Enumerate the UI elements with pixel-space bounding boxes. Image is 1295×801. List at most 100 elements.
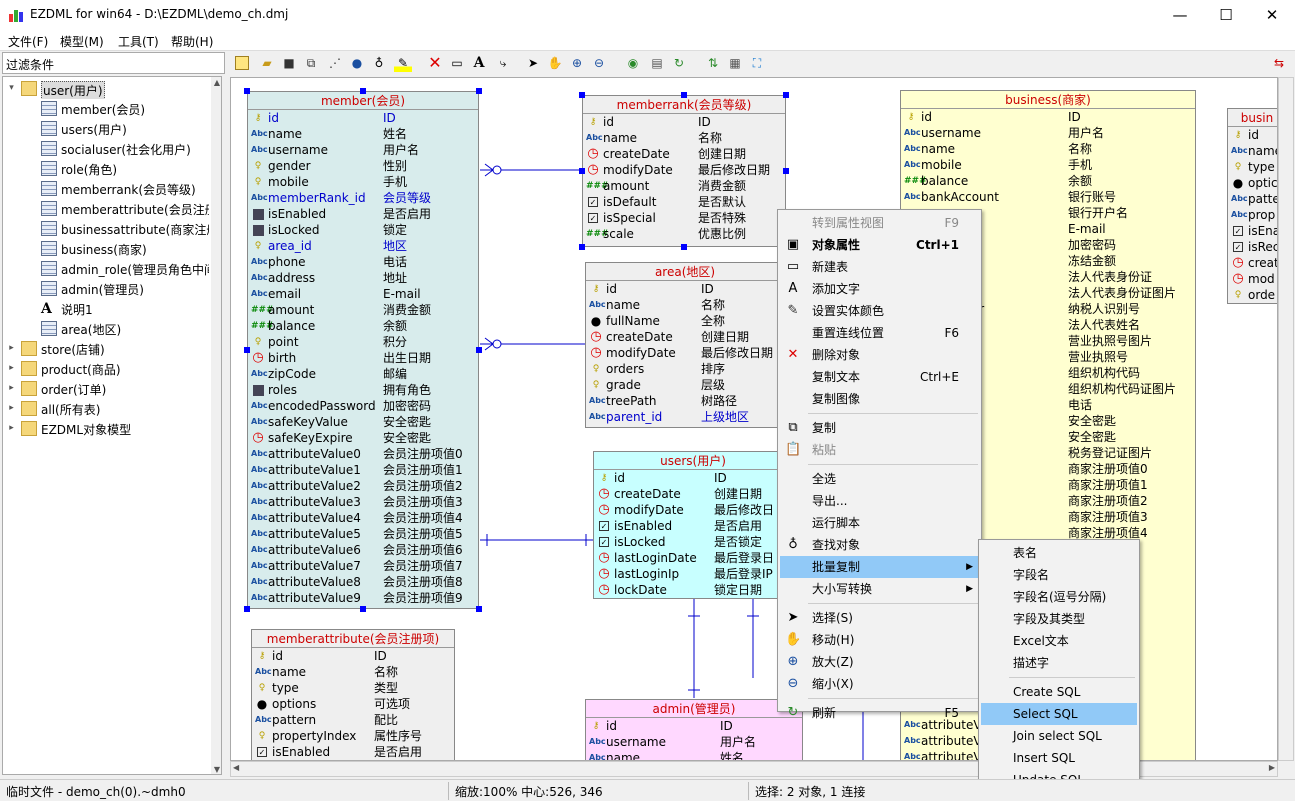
link-icon[interactable]: ⤷ (494, 54, 512, 72)
field-row[interactable]: ✓ isSpecial 是否特殊 (583, 210, 785, 226)
entity-memberattribute[interactable]: memberattribute(会员注册项) ⚷ id ID Abc name 名称 ♀ typ… (251, 629, 455, 760)
menu-item-14[interactable]: 导出... (780, 490, 979, 512)
minimize-button[interactable]: — (1157, 0, 1203, 30)
field-row[interactable]: Abc mobile 手机 (901, 157, 1195, 173)
menu-item-15[interactable]: 运行脚本 (780, 512, 979, 534)
field-row[interactable]: Abc patte (1228, 191, 1277, 207)
menu-item-8[interactable]: 复制图像 (780, 388, 979, 410)
scroll-down-icon[interactable]: ▼ (211, 764, 221, 774)
tree-item-7[interactable]: businessattribute(商家注册 (3, 219, 209, 239)
switch-icon[interactable]: ⇆ (1270, 54, 1288, 72)
field-row[interactable]: ♀ type 类型 (252, 680, 454, 696)
refresh-icon[interactable]: ↻ (670, 54, 688, 72)
tree-item-5[interactable]: memberrank(会员等级) (3, 179, 209, 199)
field-row[interactable]: Abc treePath 树路径 (586, 393, 784, 409)
tree-item-12[interactable]: area(地区) (3, 319, 209, 339)
entity-memberrank[interactable]: memberrank(会员等级) ⚷ id ID Abc name 名称 ◷ createDat… (582, 95, 786, 247)
field-row[interactable]: ● fullName 全称 (586, 313, 784, 329)
canvas-vscrollbar[interactable] (1278, 77, 1294, 761)
field-row[interactable]: Abc username 用户名 (901, 125, 1195, 141)
field-row[interactable]: ♀ gender 性别 (248, 158, 478, 174)
field-row[interactable]: ◷ lastLoginDate 最后登录日 (594, 550, 792, 566)
layout-icon[interactable]: ⋰ (326, 54, 344, 72)
field-row[interactable]: ✓ isDefault 是否默认 (583, 194, 785, 210)
fullscreen-icon[interactable]: ⛶ (748, 54, 766, 72)
field-row[interactable]: ✓ isEnabled 是否启用 (252, 744, 454, 760)
expand-icon[interactable]: ▸ (7, 404, 16, 413)
menu-item-0[interactable]: 转到属性视图 F9 (780, 212, 979, 234)
field-row[interactable]: Abc attributeValue0 会员注册项值0 (248, 446, 478, 462)
menu-item-13[interactable]: 全选 (780, 468, 979, 490)
zoom-out-icon[interactable]: ⊖ (590, 54, 608, 72)
field-row[interactable]: ♀ area_id 地区 (248, 238, 478, 254)
menu-model[interactable]: 模型(M) (60, 33, 104, 50)
field-row[interactable]: roles 拥有角色 (248, 382, 478, 398)
delete-icon[interactable]: ✕ (426, 54, 444, 72)
tree-item-6[interactable]: memberattribute(会员注册 (3, 199, 209, 219)
field-row[interactable]: Abc attributeValue6 会员注册项值6 (248, 542, 478, 558)
field-row[interactable]: ✓ isLocked 是否锁定 (594, 534, 792, 550)
field-row[interactable]: isLocked 锁定 (248, 222, 478, 238)
field-row[interactable]: Abc attributeValue4 会员注册项值4 (248, 510, 478, 526)
pointer-icon[interactable]: ➤ (524, 54, 542, 72)
scroll-left-icon[interactable]: ◀ (233, 763, 239, 772)
field-row[interactable]: Abc address 地址 (248, 270, 478, 286)
field-row[interactable]: Abc name 名称 (252, 664, 454, 680)
submenu-item-10[interactable]: Insert SQL (981, 747, 1137, 769)
selection-handle[interactable] (476, 88, 482, 94)
selection-handle[interactable] (783, 168, 789, 174)
field-row[interactable]: Abc attributeValue3 会员注册项值3 (248, 494, 478, 510)
import-icon[interactable]: ⇅ (704, 54, 722, 72)
menu-tools[interactable]: 工具(T) (118, 33, 159, 50)
menu-item-10[interactable]: ⧉ 复制 (780, 417, 979, 439)
entity-member[interactable]: member(会员) ⚷ id ID Abc name 姓名 Abc username 用户名 ♀ g… (247, 91, 479, 609)
menu-item-11[interactable]: 📋 粘贴 (780, 439, 979, 461)
field-row[interactable]: Abc bankAccount 银行账号 (901, 189, 1195, 205)
tree-item-9[interactable]: admin_role(管理员角色中间 (3, 259, 209, 279)
selection-handle[interactable] (579, 92, 585, 98)
field-row[interactable]: ### balance 余额 (248, 318, 478, 334)
field-row[interactable]: Abc phone 电话 (248, 254, 478, 270)
hand-icon[interactable]: ✋ (546, 54, 564, 72)
field-row[interactable]: ♀ point 积分 (248, 334, 478, 350)
field-row[interactable]: ⚷ id ID (586, 718, 802, 734)
field-row[interactable]: Abc encodedPassword 加密密码 (248, 398, 478, 414)
selection-handle[interactable] (476, 606, 482, 612)
tree-item-4[interactable]: role(角色) (3, 159, 209, 179)
field-row[interactable]: ♀ propertyIndex 属性序号 (252, 728, 454, 744)
field-row[interactable]: Abc name 名称 (586, 297, 784, 313)
selection-handle[interactable] (244, 347, 250, 353)
selection-handle[interactable] (681, 244, 687, 250)
menu-item-25[interactable]: ↻ 刷新 F5 (780, 702, 979, 724)
selection-handle[interactable] (579, 244, 585, 250)
field-row[interactable]: ✓ isEnabled 是否启用 (594, 518, 792, 534)
entity-users[interactable]: users(用户) ⚷ id ID ◷ createDate 创建日期 ◷ modifyDate… (593, 451, 793, 599)
field-row[interactable]: ◷ createDate 创建日期 (583, 146, 785, 162)
field-row[interactable]: ✓ isRec (1228, 239, 1277, 255)
menu-item-5[interactable]: 重置连线位置 F6 (780, 322, 979, 344)
field-row[interactable]: ◷ mod (1228, 271, 1277, 287)
field-row[interactable]: Abc name 姓名 (248, 126, 478, 142)
menu-item-7[interactable]: 复制文本 Ctrl+E (780, 366, 979, 388)
selection-handle[interactable] (244, 88, 250, 94)
field-row[interactable]: ### amount 消费金额 (248, 302, 478, 318)
expand-icon[interactable]: ▸ (7, 364, 16, 373)
selection-handle[interactable] (360, 606, 366, 612)
entity-area[interactable]: area(地区) ⚷ id ID Abc name 名称 ● fullName 全称 ◷ create… (585, 262, 785, 428)
field-row[interactable]: Abc name 姓名 (586, 750, 802, 760)
new-icon[interactable] (235, 56, 249, 70)
entity-admin[interactable]: admin(管理员) ⚷ id ID Abc username 用户名 Abc name 姓名 (585, 699, 803, 760)
selection-handle[interactable] (783, 92, 789, 98)
selection-handle[interactable] (579, 168, 585, 174)
collapse-icon[interactable]: ▾ (7, 84, 16, 93)
field-row[interactable]: ◷ lockDate 锁定日期 (594, 582, 792, 598)
open-folder-icon[interactable]: ▰ (258, 54, 276, 72)
selection-handle[interactable] (244, 606, 250, 612)
eye-icon[interactable]: ◉ (624, 54, 642, 72)
menu-item-3[interactable]: A 添加文字 (780, 278, 979, 300)
menu-item-23[interactable]: ⊖ 缩小(X) (780, 673, 979, 695)
field-row[interactable]: ### scale 优惠比例 (583, 226, 785, 242)
field-row[interactable]: Abc email E-mail (248, 286, 478, 302)
menu-file[interactable]: 文件(F) (8, 33, 48, 50)
submenu-item-1[interactable]: 字段名 (981, 564, 1137, 586)
